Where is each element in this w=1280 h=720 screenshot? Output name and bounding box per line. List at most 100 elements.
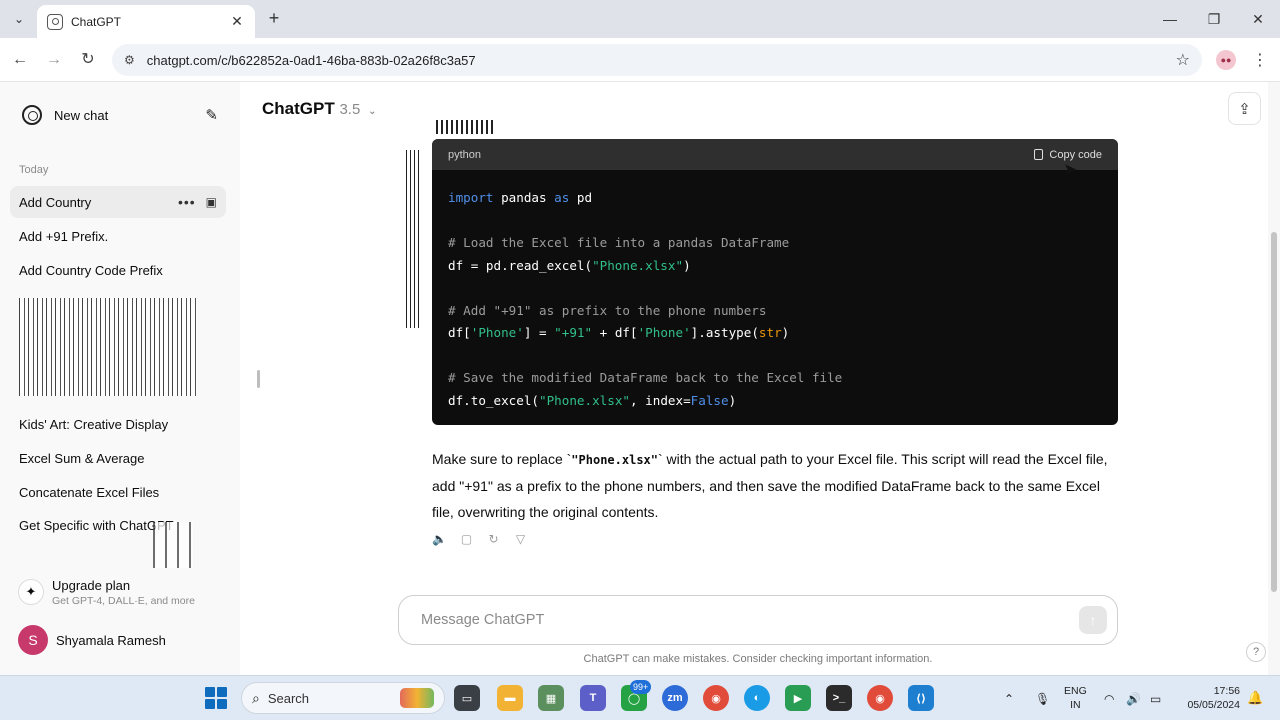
browser-menu-icon[interactable]: ⋮ bbox=[1252, 50, 1268, 70]
chrome-icon[interactable]: ◉ bbox=[703, 685, 729, 711]
tab-search-icon[interactable]: ⌄ bbox=[8, 9, 30, 29]
model-name: ChatGPT bbox=[262, 99, 335, 118]
message-actions: 🔈 ▢ ↻ ▽ bbox=[432, 532, 528, 547]
windows-taskbar: ⌕ Search ▭ ▬ ▦ T ◯ 99+ zm ◉ ◐ ▶ >_ ◉ ⟨⟩ … bbox=[0, 675, 1280, 720]
upgrade-subtitle: Get GPT-4, DALL·E, and more bbox=[52, 594, 195, 607]
code-block-header: python Copy code bbox=[432, 139, 1118, 170]
sidebar-item-label: Add Country Code Prefix bbox=[19, 262, 163, 278]
wifi-icon[interactable]: ◠ bbox=[1104, 676, 1114, 720]
sidebar-item-label: Kids' Art: Creative Display bbox=[19, 416, 169, 432]
new-tab-icon[interactable]: + bbox=[264, 8, 284, 28]
rendering-artifact bbox=[436, 120, 496, 134]
code-block: python Copy code import pandas as pd # L… bbox=[432, 139, 1118, 425]
sidebar-item-label: Concatenate Excel Files bbox=[19, 484, 160, 500]
sidebar-item-kids-art[interactable]: Kids' Art: Creative Display bbox=[10, 408, 226, 440]
regenerate-icon[interactable]: ↻ bbox=[486, 532, 501, 547]
teams-icon[interactable]: T bbox=[580, 685, 606, 711]
chatgpt-favicon-icon bbox=[47, 13, 63, 30]
model-version: 3.5 bbox=[339, 101, 361, 118]
battery-icon[interactable]: ▭ bbox=[1150, 676, 1161, 720]
back-icon[interactable]: ← bbox=[9, 49, 31, 71]
clock[interactable]: 17:56 05/05/2024 bbox=[1176, 684, 1240, 712]
composer: ↑ bbox=[398, 595, 1118, 645]
zoom-icon[interactable]: zm bbox=[662, 685, 688, 711]
show-hidden-icons[interactable]: ⌃ bbox=[1004, 676, 1014, 720]
search-icon: ⌕ bbox=[252, 689, 260, 706]
scrollbar-thumb[interactable] bbox=[1271, 232, 1277, 592]
vscode-icon[interactable]: ⟨⟩ bbox=[908, 685, 934, 711]
sidebar-item-get-specific[interactable]: Get Specific with ChatGPT bbox=[10, 509, 226, 541]
answer-text-start: Make sure to replace ` bbox=[432, 451, 572, 467]
answer-inline-code: "Phone.xlsx" bbox=[571, 453, 658, 467]
openai-logo-icon bbox=[22, 105, 42, 125]
user-menu[interactable]: S Shyamala Ramesh bbox=[10, 622, 230, 658]
avatar: S bbox=[18, 625, 48, 655]
new-chat-label: New chat bbox=[54, 107, 109, 123]
minimize-icon[interactable]: — bbox=[1148, 0, 1192, 38]
url-text[interactable]: chatgpt.com/c/b622852a-0ad1-46ba-883b-02… bbox=[147, 53, 1176, 68]
assistant-message: Make sure to replace `"Phone.xlsx"` with… bbox=[432, 446, 1122, 525]
arrow-up-icon: ↑ bbox=[1089, 612, 1097, 628]
search-highlight-icon bbox=[400, 688, 434, 708]
thumbs-down-icon[interactable]: ▽ bbox=[513, 532, 528, 547]
forward-icon[interactable]: → bbox=[43, 49, 65, 71]
sidebar-item-add-country[interactable]: Add Country ••• ▣ bbox=[10, 186, 226, 218]
edge-icon[interactable]: ◐ bbox=[744, 685, 770, 711]
taskbar-search[interactable]: ⌕ Search bbox=[241, 682, 445, 714]
share-button[interactable]: ⇪ bbox=[1228, 92, 1261, 125]
chevron-down-icon: ⌄ bbox=[368, 106, 377, 117]
meet-icon[interactable]: ▶ bbox=[785, 685, 811, 711]
calculator-icon[interactable]: ▦ bbox=[538, 685, 564, 711]
copy-code-label: Copy code bbox=[1049, 148, 1102, 161]
input-language[interactable]: ENG IN bbox=[1064, 684, 1087, 712]
windows-start-icon[interactable] bbox=[205, 687, 227, 709]
address-bar: ← → ↻ ⚙ chatgpt.com/c/b622852a-0ad1-46ba… bbox=[0, 38, 1280, 82]
upgrade-plan-button[interactable]: ✦ Upgrade plan Get GPT-4, DALL·E, and mo… bbox=[10, 572, 230, 612]
message-input[interactable] bbox=[421, 612, 1079, 628]
upgrade-title: Upgrade plan bbox=[52, 577, 131, 593]
tab-close-icon[interactable]: ✕ bbox=[229, 13, 245, 30]
microphone-icon[interactable]: 🎙 bbox=[1035, 676, 1050, 720]
sidebar: New chat ✎ Today Add Country ••• ▣ Add +… bbox=[0, 82, 240, 675]
user-name: Shyamala Ramesh bbox=[56, 632, 166, 648]
send-button[interactable]: ↑ bbox=[1079, 606, 1107, 634]
volume-icon[interactable]: 🔊 bbox=[1126, 676, 1141, 720]
sidebar-item-concatenate[interactable]: Concatenate Excel Files bbox=[10, 476, 226, 508]
site-settings-icon[interactable]: ⚙ bbox=[124, 53, 135, 67]
read-aloud-icon[interactable]: 🔈 bbox=[432, 532, 447, 547]
sidebar-item-excel-sum[interactable]: Excel Sum & Average bbox=[10, 442, 226, 474]
new-chat-button[interactable]: New chat ✎ bbox=[10, 98, 230, 132]
model-selector[interactable]: ChatGPT 3.5 ⌄ bbox=[262, 99, 376, 119]
help-button[interactable]: ? bbox=[1246, 642, 1266, 662]
copy-code-button[interactable]: Copy code bbox=[1034, 149, 1102, 161]
copy-icon[interactable]: ▢ bbox=[459, 532, 474, 547]
archive-icon[interactable]: ▣ bbox=[206, 195, 217, 209]
sidebar-item-add-prefix[interactable]: Add +91 Prefix. bbox=[10, 220, 226, 252]
omnibox[interactable]: ⚙ chatgpt.com/c/b622852a-0ad1-46ba-883b-… bbox=[112, 44, 1202, 76]
file-explorer-icon[interactable]: ▬ bbox=[497, 685, 523, 711]
bookmark-star-icon[interactable]: ☆ bbox=[1176, 50, 1190, 70]
clock-date: 05/05/2024 bbox=[1187, 699, 1240, 711]
task-view-icon[interactable]: ▭ bbox=[454, 685, 480, 711]
window-close-icon[interactable]: ✕ bbox=[1236, 0, 1280, 38]
rendering-artifact bbox=[406, 150, 420, 328]
notification-bell-icon[interactable]: 🔔 bbox=[1247, 690, 1263, 706]
sidebar-item-country-code-prefix[interactable]: Add Country Code Prefix bbox=[10, 254, 226, 286]
profile-avatar-icon[interactable]: ●● bbox=[1216, 50, 1236, 70]
restore-icon[interactable]: ❐ bbox=[1192, 0, 1236, 38]
more-options-icon[interactable]: ••• bbox=[178, 194, 196, 210]
compose-icon[interactable]: ✎ bbox=[205, 106, 218, 124]
chrome-active-icon[interactable]: ◉ bbox=[867, 685, 893, 711]
browser-tab[interactable]: ChatGPT ✕ bbox=[37, 5, 255, 38]
notification-badge: 99+ bbox=[630, 680, 652, 694]
language-code: ENG bbox=[1064, 685, 1087, 697]
code-content: import pandas as pd # Load the Excel fil… bbox=[448, 190, 843, 408]
browser-tab-bar: ⌄ ChatGPT ✕ + — ❐ ✕ bbox=[0, 0, 1280, 38]
rendering-artifact bbox=[153, 522, 193, 568]
mouse-cursor-icon: ➤ bbox=[1063, 160, 1078, 179]
terminal-icon[interactable]: >_ bbox=[826, 685, 852, 711]
section-today-heading: Today bbox=[19, 164, 49, 176]
code-language: python bbox=[448, 148, 482, 161]
reload-icon[interactable]: ↻ bbox=[77, 49, 99, 71]
sidebar-toggle-handle[interactable] bbox=[257, 370, 260, 388]
